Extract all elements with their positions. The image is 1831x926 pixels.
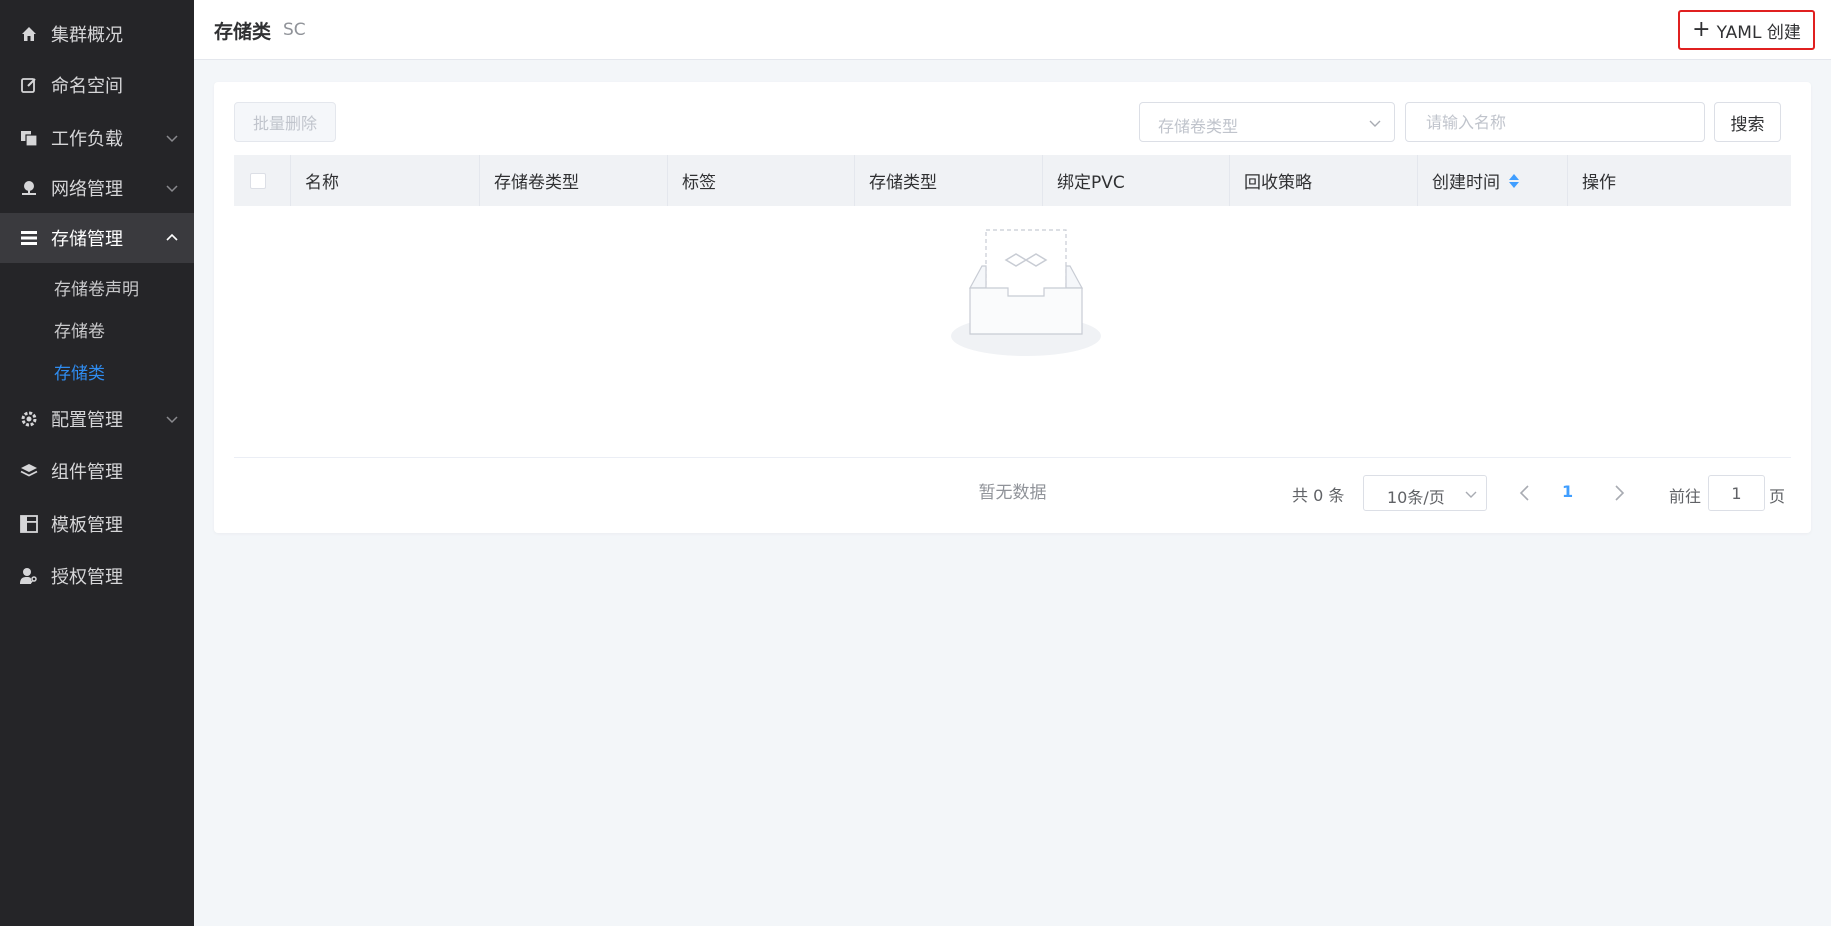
home-icon	[19, 24, 39, 44]
chevron-down-icon	[166, 185, 178, 193]
page-header: 存储类 SC + YAML 创建	[194, 0, 1831, 60]
page-size-select[interactable]: 10条/页	[1363, 475, 1487, 511]
sidebar-item-label: 存储管理	[51, 229, 123, 250]
name-search-input[interactable]	[1405, 102, 1705, 142]
sidebar-item-label: 模板管理	[51, 515, 123, 536]
sidebar-item-network[interactable]: 网络管理	[0, 163, 194, 213]
column-header-storage-type[interactable]: 存储类型	[854, 155, 1042, 206]
sidebar-item-workload[interactable]: 工作负载	[0, 113, 194, 163]
column-header-labels[interactable]: 标签	[667, 155, 854, 206]
empty-text: 暂无数据	[978, 483, 1047, 503]
sidebar-item-namespace[interactable]: 命名空间	[0, 60, 194, 110]
sidebar-subitem-storageclass[interactable]: 存储类	[54, 359, 105, 384]
empty-box-icon	[951, 229, 1101, 356]
select-all-checkbox[interactable]	[250, 173, 266, 189]
page-subtitle: SC	[283, 20, 306, 40]
plus-icon: +	[1692, 17, 1711, 42]
chevron-down-icon	[166, 135, 178, 143]
pagination-total: 共 0 条	[1292, 486, 1345, 505]
chevron-up-icon	[166, 233, 178, 241]
page-number-current[interactable]: 1	[1562, 482, 1573, 501]
goto-page-input[interactable]	[1708, 475, 1765, 511]
column-header-name[interactable]: 名称	[290, 155, 479, 206]
sidebar-item-label: 配置管理	[51, 410, 123, 431]
column-header-bound-pvc[interactable]: 绑定PVC	[1042, 155, 1229, 206]
column-header-actions: 操作	[1567, 155, 1791, 206]
next-page-icon[interactable]	[1609, 481, 1629, 505]
prev-page-icon[interactable]	[1515, 481, 1535, 505]
search-button[interactable]: 搜索	[1714, 102, 1781, 142]
sidebar-item-components[interactable]: 组件管理	[0, 446, 194, 496]
column-header-reclaim-policy[interactable]: 回收策略	[1229, 155, 1417, 206]
select-all-cell	[234, 155, 290, 206]
batch-delete-button[interactable]: 批量删除	[234, 102, 336, 142]
yaml-create-button[interactable]: + YAML 创建	[1678, 10, 1815, 50]
volume-type-placeholder: 存储卷类型	[1158, 117, 1239, 136]
empty-state: 暂无数据	[234, 206, 1791, 503]
storage-icon	[19, 228, 39, 248]
column-header-volume-type[interactable]: 存储卷类型	[479, 155, 667, 206]
sidebar-item-label: 组件管理	[51, 462, 123, 483]
template-icon	[19, 514, 39, 534]
edit-icon	[19, 75, 39, 95]
network-icon	[19, 178, 39, 198]
content-card: 批量删除 存储卷类型 搜索 名称 存储卷类型 标签 存储类型 绑定PVC 回收策…	[214, 82, 1811, 533]
sidebar: 集群概况 命名空间 工作负载 网络管理 存储管理 存储卷声明 存储卷 存储类 配…	[0, 0, 194, 926]
sidebar-item-cluster-overview[interactable]: 集群概况	[0, 9, 194, 59]
page-size-value: 10条/页	[1387, 488, 1445, 507]
chevron-down-icon	[1369, 120, 1381, 127]
sidebar-subitem-pvc[interactable]: 存储卷声明	[54, 275, 139, 300]
yaml-create-label: YAML 创建	[1716, 22, 1801, 43]
sidebar-item-label: 命名空间	[51, 76, 123, 97]
page-title: 存储类	[214, 21, 272, 43]
chevron-down-icon	[1465, 491, 1477, 498]
column-header-created-time[interactable]: 创建时间	[1417, 155, 1567, 206]
sidebar-item-templates[interactable]: 模板管理	[0, 499, 194, 549]
sidebar-item-label: 网络管理	[51, 179, 123, 200]
chevron-down-icon	[166, 416, 178, 424]
copy-icon	[19, 128, 39, 148]
sort-icon[interactable]	[1508, 173, 1520, 189]
user-key-icon	[19, 566, 39, 586]
sidebar-item-authorization[interactable]: 授权管理	[0, 551, 194, 601]
table-header: 名称 存储卷类型 标签 存储类型 绑定PVC 回收策略 创建时间 操作	[234, 155, 1791, 206]
sidebar-item-label: 授权管理	[51, 567, 123, 588]
sidebar-item-config[interactable]: 配置管理	[0, 394, 194, 444]
sidebar-item-label: 工作负载	[51, 129, 123, 150]
created-time-label: 创建时间	[1432, 173, 1500, 193]
goto-suffix: 页	[1769, 487, 1786, 506]
volume-type-select[interactable]: 存储卷类型	[1139, 102, 1395, 142]
layers-icon	[19, 461, 39, 481]
gear-icon	[19, 409, 39, 429]
goto-label: 前往	[1669, 487, 1702, 506]
sidebar-item-storage[interactable]: 存储管理	[0, 213, 194, 263]
sidebar-subitem-pv[interactable]: 存储卷	[54, 317, 105, 342]
sidebar-item-label: 集群概况	[51, 25, 123, 46]
